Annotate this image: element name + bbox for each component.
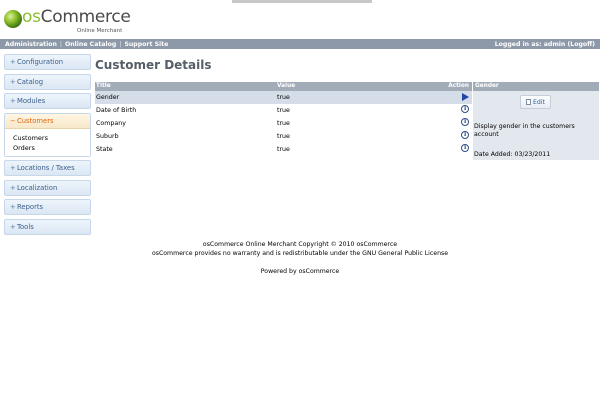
row-title: Date of Birth	[96, 106, 137, 114]
table-row-date-of-birth[interactable]: Date of Birth true	[95, 104, 472, 117]
nav-link-online-catalog[interactable]: Online Catalog	[65, 41, 116, 48]
submenu-link-customers[interactable]: Customers	[13, 133, 90, 143]
sidebar-submenu: Customers Orders	[5, 128, 90, 156]
header-links: Administration | Online Catalog | Support Si…	[5, 41, 168, 48]
collapse-minus-icon: −	[10, 116, 16, 125]
sidebar-item-modules[interactable]: +Modules	[4, 93, 91, 109]
sidebar-item-label: Locations / Taxes	[17, 164, 75, 172]
row-value: true	[277, 106, 290, 114]
play-arrow-icon	[462, 93, 469, 101]
sidebar-item-label: Customers	[17, 116, 54, 125]
info-panel: Gender Edit Display gender in the custom…	[473, 82, 599, 160]
info-panel-header: Gender	[473, 82, 599, 91]
logo-text: osCommerce	[22, 7, 131, 27]
logo-ball-icon	[4, 10, 22, 28]
row-action[interactable]	[461, 117, 470, 127]
column-header-action: Action	[448, 83, 469, 89]
sidebar-item-locations-taxes[interactable]: +Locations / Taxes	[4, 160, 91, 176]
footer: osCommerce Online Merchant Copyright © 2…	[0, 241, 600, 277]
info-icon	[461, 117, 469, 126]
row-title: Company	[96, 119, 126, 127]
expand-plus-icon: +	[10, 58, 16, 66]
sidebar-section-customers: −Customers Customers Orders	[4, 112, 91, 157]
row-title: Suburb	[96, 132, 119, 140]
row-action[interactable]	[461, 92, 470, 101]
row-value: true	[277, 119, 290, 127]
login-status[interactable]: Logged in as: admin (Logoff)	[495, 41, 595, 48]
row-title: Gender	[96, 94, 120, 101]
sidebar-item-label: Modules	[17, 97, 46, 105]
expand-plus-icon: +	[10, 97, 16, 105]
row-action[interactable]	[461, 104, 470, 114]
sidebar: +Configuration +Catalog +Modules −Custom…	[4, 54, 91, 238]
oscommerce-logo[interactable]: osCommerce Online Merchant	[4, 7, 134, 35]
expand-plus-icon: +	[10, 222, 16, 231]
sidebar-item-localization[interactable]: +Localization	[4, 179, 91, 196]
sidebar-item-label: Reports	[17, 203, 44, 211]
sidebar-item-label: Localization	[17, 183, 58, 192]
page-title: Customer Details	[95, 58, 212, 72]
nav-separator: |	[119, 40, 122, 48]
column-header-value: Value	[277, 83, 296, 89]
footer-powered-by[interactable]: Powered by osCommerce	[0, 268, 600, 277]
expand-plus-icon: +	[10, 183, 16, 192]
row-action[interactable]	[461, 130, 470, 140]
info-icon	[461, 143, 469, 152]
nav-link-support-site[interactable]: Support Site	[124, 41, 168, 48]
table-row-company[interactable]: Company true	[95, 117, 472, 130]
footer-copyright: osCommerce Online Merchant Copyright © 2…	[202, 241, 398, 248]
expand-plus-icon: +	[10, 203, 16, 211]
sidebar-item-reports[interactable]: +Reports	[4, 199, 91, 215]
sidebar-item-label: Configuration	[17, 58, 64, 66]
info-icon	[461, 104, 469, 113]
edit-page-icon	[526, 99, 531, 105]
nav-separator: |	[59, 40, 63, 48]
info-description: Display gender in the customers account	[474, 123, 575, 138]
expand-plus-icon: +	[10, 164, 16, 172]
footer-license: osCommerce provides no warranty and is r…	[151, 249, 449, 257]
expand-plus-icon: +	[10, 77, 16, 86]
logo-suffix: Commerce	[40, 7, 131, 27]
logo-tagline: Online Merchant	[77, 28, 123, 34]
row-value: true	[277, 145, 290, 153]
sidebar-item-customers[interactable]: −Customers	[5, 113, 90, 129]
row-value: true	[277, 132, 290, 140]
table-row-suburb[interactable]: Suburb true	[95, 130, 472, 143]
sidebar-item-catalog[interactable]: +Catalog	[4, 73, 91, 90]
row-action[interactable]	[461, 143, 470, 153]
table-row-gender[interactable]: Gender true	[95, 91, 472, 104]
info-icon	[461, 130, 469, 139]
row-value: true	[277, 94, 290, 101]
table-row-state[interactable]: State true	[95, 143, 472, 156]
sidebar-item-label: Catalog	[17, 77, 44, 86]
edit-button-label: Edit	[533, 99, 545, 106]
submenu-link-orders[interactable]: Orders	[13, 143, 90, 153]
sidebar-item-label: Tools	[17, 222, 34, 231]
nav-link-administration[interactable]: Administration	[5, 41, 57, 48]
row-title: State	[96, 145, 113, 153]
header-navbar: Administration | Online Catalog | Support Si…	[0, 39, 600, 49]
edit-button[interactable]: Edit	[520, 95, 551, 109]
table-header: Title Value Action	[95, 82, 472, 91]
top-scroll-strip	[0, 0, 600, 3]
column-header-title: Title	[96, 83, 111, 89]
sidebar-item-configuration[interactable]: +Configuration	[4, 54, 91, 70]
logo-prefix: os	[22, 7, 41, 27]
info-date-added: Date Added: 03/23/2011	[474, 151, 551, 158]
config-table: Gender true Date of Birth true Company t…	[95, 91, 472, 155]
sidebar-item-tools[interactable]: +Tools	[4, 218, 91, 235]
horizontal-scrollbar-thumb[interactable]	[232, 0, 372, 3]
